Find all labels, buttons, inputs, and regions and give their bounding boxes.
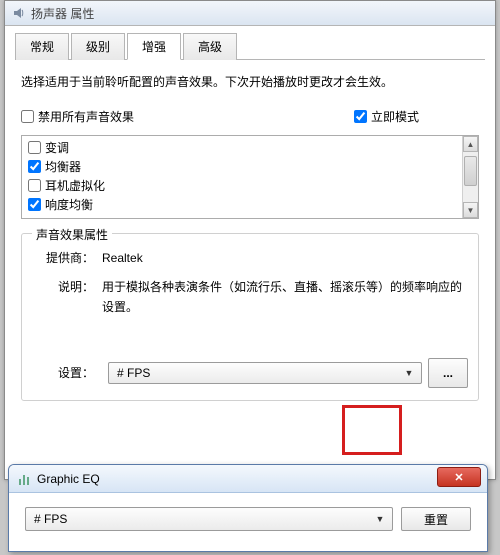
annotation-highlight (342, 405, 402, 455)
disable-all-label: 禁用所有声音效果 (38, 108, 134, 125)
tab-strip: 常规 级别 增强 高级 (15, 32, 485, 60)
effect-checkbox[interactable] (28, 160, 41, 173)
speaker-properties-window: 扬声器 属性 常规 级别 增强 高级 选择适用于当前聆听配置的声音效果。下次开始… (4, 0, 496, 480)
effect-checkbox[interactable] (28, 179, 41, 192)
list-item[interactable]: 耳机虚拟化 (26, 176, 458, 195)
intro-text: 选择适用于当前聆听配置的声音效果。下次开始播放时更改才会生效。 (15, 72, 485, 106)
group-title: 声音效果属性 (32, 226, 112, 243)
settings-combo-value: # FPS (117, 366, 401, 380)
reset-button[interactable]: 重置 (401, 507, 471, 531)
options-row: 禁用所有声音效果 立即模式 (15, 106, 485, 135)
titlebar-main[interactable]: 扬声器 属性 (5, 1, 495, 26)
settings-browse-button[interactable]: ... (428, 358, 468, 388)
eq-icon (17, 471, 33, 487)
speaker-icon (11, 5, 27, 21)
effect-label: 均衡器 (45, 158, 81, 175)
effects-listbox[interactable]: 变调 均衡器 耳机虚拟化 响度均衡 ▲ (21, 135, 479, 219)
immediate-input[interactable] (354, 110, 367, 123)
effects-list-inner: 变调 均衡器 耳机虚拟化 响度均衡 (22, 136, 462, 216)
client-area: 常规 级别 增强 高级 选择适用于当前聆听配置的声音效果。下次开始播放时更改才会… (5, 26, 495, 411)
close-button[interactable]: ✕ (437, 467, 481, 487)
eq-window-title: Graphic EQ (37, 472, 100, 486)
scroll-up-button[interactable]: ▲ (463, 136, 478, 152)
effect-label: 响度均衡 (45, 196, 93, 213)
chevron-down-icon: ▼ (372, 514, 388, 524)
scroll-thumb[interactable] (464, 156, 477, 186)
effect-properties-group: 声音效果属性 提供商： Realtek 说明： 用于模拟各种表演条件（如流行乐、… (21, 233, 479, 400)
effect-checkbox[interactable] (28, 141, 41, 154)
disable-all-effects-checkbox[interactable]: 禁用所有声音效果 (21, 108, 134, 125)
tab-general[interactable]: 常规 (15, 33, 69, 60)
list-item[interactable]: 变调 (26, 138, 458, 157)
window-title: 扬声器 属性 (31, 5, 94, 22)
immediate-label: 立即模式 (371, 108, 419, 125)
provider-label: 提供商： (32, 248, 102, 268)
eq-preset-combobox[interactable]: # FPS ▼ (25, 507, 393, 531)
list-item[interactable]: 响度均衡 (26, 195, 458, 214)
graphic-eq-window: Graphic EQ ✕ # FPS ▼ 重置 (8, 464, 488, 552)
scrollbar[interactable]: ▲ ▼ (462, 136, 478, 218)
tab-advanced[interactable]: 高级 (183, 33, 237, 60)
scroll-track[interactable] (463, 152, 478, 202)
tab-enhancements[interactable]: 增强 (127, 33, 181, 60)
settings-combobox[interactable]: # FPS ▼ (108, 362, 422, 384)
effect-label: 变调 (45, 139, 69, 156)
effect-label: 耳机虚拟化 (45, 177, 105, 194)
list-item[interactable]: 均衡器 (26, 157, 458, 176)
description-label: 说明： (32, 277, 102, 318)
disable-all-input[interactable] (21, 110, 34, 123)
description-value: 用于模拟各种表演条件（如流行乐、直播、摇滚乐等）的频率响应的设置。 (102, 277, 468, 318)
eq-preset-value: # FPS (34, 512, 372, 526)
effect-checkbox[interactable] (28, 198, 41, 211)
titlebar-eq[interactable]: Graphic EQ ✕ (9, 465, 487, 493)
provider-value: Realtek (102, 248, 468, 268)
close-icon: ✕ (454, 471, 463, 484)
chevron-down-icon: ▼ (401, 368, 417, 378)
tab-levels[interactable]: 级别 (71, 33, 125, 60)
scroll-down-button[interactable]: ▼ (463, 202, 478, 218)
setting-label: 设置： (32, 364, 102, 381)
immediate-mode-checkbox[interactable]: 立即模式 (354, 108, 419, 125)
eq-body: # FPS ▼ 重置 (9, 493, 487, 545)
